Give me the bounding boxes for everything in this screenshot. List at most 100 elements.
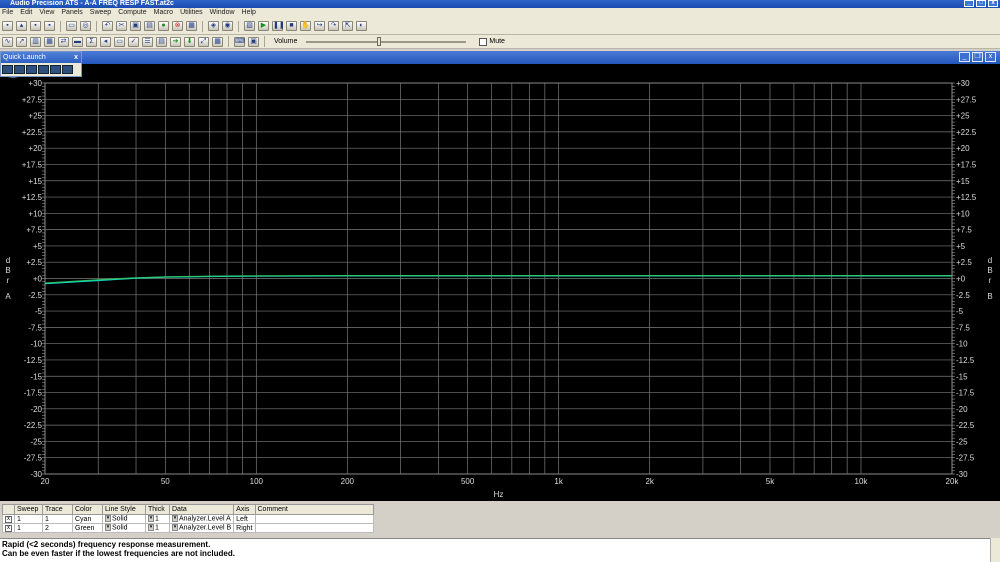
zoom-graph-icon[interactable]: ⤢ xyxy=(198,36,209,47)
quick-launch-close-button[interactable]: x xyxy=(74,52,78,63)
ql-generator-icon[interactable] xyxy=(2,65,13,74)
trace-enable-checkbox[interactable]: x xyxy=(5,516,12,523)
save-icon[interactable]: ▪ xyxy=(30,21,41,31)
analyzer-panel-icon[interactable]: ↗ xyxy=(16,36,27,47)
menu-utilities[interactable]: Utilities xyxy=(180,8,203,18)
filter-panel-icon[interactable]: ▬ xyxy=(72,36,83,47)
step-over-icon[interactable]: ↷ xyxy=(328,21,339,31)
mute-control[interactable]: Mute xyxy=(479,37,505,46)
compute-panel-icon[interactable]: Σ xyxy=(86,36,97,47)
macro-record-icon[interactable]: ◈ xyxy=(208,21,219,31)
menu-sweep[interactable]: Sweep xyxy=(90,8,111,18)
menu-window[interactable]: Window xyxy=(210,8,235,18)
graph-restore-button[interactable]: ❐ xyxy=(972,52,983,62)
preferences-icon[interactable]: ▣ xyxy=(248,36,259,47)
header-color[interactable]: Color xyxy=(72,504,103,515)
header-sweep[interactable]: Sweep xyxy=(14,504,43,515)
cell-color[interactable]: Green xyxy=(72,523,103,533)
data-dropdown-icon[interactable]: ▾ xyxy=(172,515,178,523)
thick-dropdown-icon[interactable]: ▾ xyxy=(148,524,154,532)
menu-compute[interactable]: Compute xyxy=(118,8,146,18)
print-icon[interactable]: ▭ xyxy=(66,21,77,31)
ql-dsp-icon[interactable] xyxy=(50,65,61,74)
close-button[interactable]: x xyxy=(988,0,998,7)
volume-slider[interactable] xyxy=(306,36,467,46)
line-style-dropdown-icon[interactable]: ▾ xyxy=(105,524,111,532)
stop-square-icon[interactable]: ■ xyxy=(286,21,297,31)
volume-slider-thumb[interactable] xyxy=(376,36,381,46)
dsp-panel-icon[interactable]: ▦ xyxy=(44,36,55,47)
step-icon[interactable]: ↪ xyxy=(314,21,325,31)
header-comment[interactable]: Comment xyxy=(254,504,374,515)
breakpoint-icon[interactable]: ✋ xyxy=(300,21,311,31)
ql-filter-icon[interactable] xyxy=(62,65,73,74)
arrow-down-icon[interactable]: ⬇ xyxy=(184,36,195,47)
menu-help[interactable]: Help xyxy=(242,8,256,18)
cell-color[interactable]: Cyan xyxy=(72,514,103,524)
ql-graph-icon[interactable] xyxy=(38,65,49,74)
list-icon[interactable]: ☰ xyxy=(142,36,153,47)
graph-close-button[interactable]: x xyxy=(985,52,996,62)
stop-icon[interactable]: ⊗ xyxy=(172,21,183,31)
pause-icon[interactable]: ❚❚ xyxy=(272,21,285,31)
copy-icon[interactable]: ▣ xyxy=(130,21,141,31)
speaker-icon[interactable]: ◂ xyxy=(100,36,111,47)
minimize-button[interactable]: _ xyxy=(964,0,974,7)
meter-icon[interactable]: ▭ xyxy=(114,36,125,47)
save-all-icon[interactable]: ▪ xyxy=(44,21,55,31)
graph-icon[interactable]: ▤ xyxy=(156,36,167,47)
header-line-style[interactable]: Line Style xyxy=(102,504,146,515)
table-icon[interactable]: ▦ xyxy=(212,36,223,47)
go-icon[interactable]: ● xyxy=(158,21,169,31)
step-out-icon[interactable]: ⇱ xyxy=(342,21,353,31)
thick-dropdown-icon[interactable]: ▾ xyxy=(148,515,154,523)
menu-view[interactable]: View xyxy=(39,8,54,18)
undo-icon[interactable]: ↶ xyxy=(102,21,113,31)
y-tick-label-left: +5 xyxy=(33,242,43,251)
cell-comment[interactable] xyxy=(254,523,374,533)
arrow-right-icon[interactable]: ➔ xyxy=(170,36,181,47)
header-trace[interactable]: Trace xyxy=(42,504,73,515)
menu-file[interactable]: File xyxy=(2,8,13,18)
graph-minimize-button[interactable]: _ xyxy=(959,52,970,62)
cell-comment[interactable] xyxy=(254,514,374,524)
open-folder-icon[interactable]: ▴ xyxy=(16,21,27,31)
watch-icon[interactable]: ◐ xyxy=(356,21,367,31)
ql-sweep-icon[interactable] xyxy=(26,65,37,74)
frequency-response-chart[interactable]: +30 +30 +27.5 +27.5 +25 +25 +22.5 +22.5 +20 +20 +1… xyxy=(0,64,1000,501)
comment-scrollbar[interactable] xyxy=(990,538,1000,562)
keyboard-icon[interactable]: ⌨ xyxy=(234,36,245,47)
graph-area[interactable]: +30 +30 +27.5 +27.5 +25 +25 +22.5 +22.5 +20 +20 +1… xyxy=(0,64,1000,501)
switcher-panel-icon[interactable]: ⇄ xyxy=(58,36,69,47)
new-file-icon[interactable]: ▪ xyxy=(2,21,13,31)
maximize-button[interactable]: □ xyxy=(976,0,986,7)
header-thick[interactable]: Thick xyxy=(145,504,170,515)
header-data[interactable]: Data xyxy=(168,504,235,515)
check-icon[interactable]: ✓ xyxy=(128,36,139,47)
table-row[interactable]: x 1 1 Cyan ▾ Solid ▾ 1 ▾ Analyzer.Level A L… xyxy=(2,514,374,524)
sweep-panel-icon[interactable]: ▥ xyxy=(30,36,41,47)
menu-panels[interactable]: Panels xyxy=(61,8,82,18)
header-axis[interactable]: Axis xyxy=(233,504,256,515)
mute-checkbox[interactable] xyxy=(479,37,488,46)
print-preview-icon[interactable]: ◎ xyxy=(80,21,91,31)
ql-analyzer-icon[interactable] xyxy=(14,65,25,74)
data-dropdown-icon[interactable]: ▾ xyxy=(172,524,178,532)
comment-text-area[interactable]: Rapid (<2 seconds) frequency response me… xyxy=(0,538,1000,562)
macro-edit-icon[interactable]: ◉ xyxy=(222,21,233,31)
menu-edit[interactable]: Edit xyxy=(20,8,32,18)
y-tick-label-left: +27.5 xyxy=(22,95,43,104)
paste-icon[interactable]: ▤ xyxy=(144,21,155,31)
cell-axis[interactable]: Left xyxy=(233,514,256,524)
cell-axis[interactable]: Right xyxy=(233,523,256,533)
menu-macro[interactable]: Macro xyxy=(154,8,173,18)
table-row[interactable]: x 1 2 Green ▾ Solid ▾ 1 ▾ Analyzer.Level B … xyxy=(2,523,374,533)
settings-icon[interactable]: ▦ xyxy=(186,21,197,31)
trace-enable-checkbox[interactable]: x xyxy=(5,525,12,532)
cell-thick: 1 xyxy=(155,524,159,532)
play-icon[interactable]: ▶ xyxy=(258,21,269,31)
macro-list-icon[interactable]: ▧ xyxy=(244,21,255,31)
line-style-dropdown-icon[interactable]: ▾ xyxy=(105,515,111,523)
generator-panel-icon[interactable]: ∿ xyxy=(2,36,13,47)
cut-icon[interactable]: ✂ xyxy=(116,21,127,31)
